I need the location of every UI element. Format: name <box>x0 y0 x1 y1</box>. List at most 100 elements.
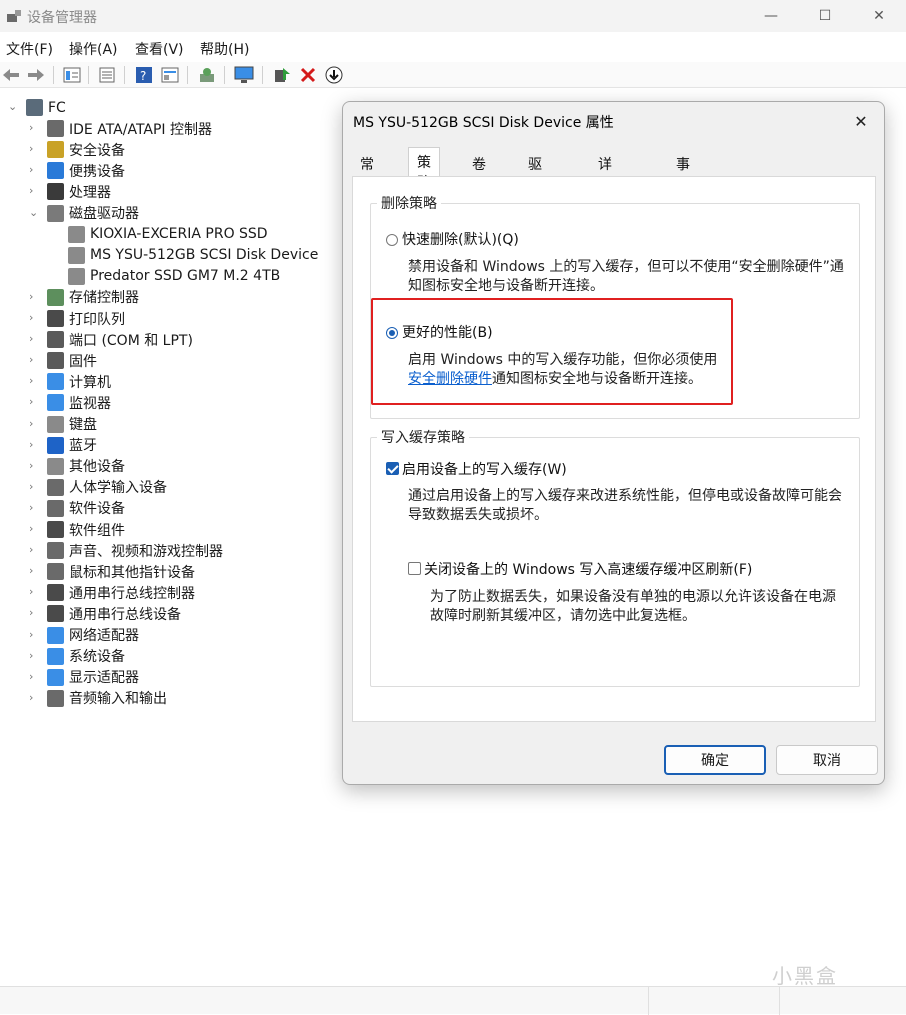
tree-item[interactable]: › 系统设备 <box>29 646 125 667</box>
enable-write-cache-label[interactable]: 启用设备上的写入缓存(W) <box>402 459 567 479</box>
expand-chevron-icon[interactable]: › <box>29 650 39 661</box>
tree-disk-item[interactable]: KIOXIA-EXCERIA PRO SSD <box>68 224 268 245</box>
expand-chevron-icon[interactable]: › <box>29 418 39 429</box>
disk-icon <box>68 246 85 264</box>
back-icon[interactable] <box>1 65 21 85</box>
tree-item[interactable]: › 网络适配器 <box>29 625 139 646</box>
disable-flush-checkbox[interactable] <box>408 562 421 575</box>
collapse-chevron-icon[interactable]: ⌄ <box>8 101 18 112</box>
tree-item[interactable]: › 端口 (COM 和 LPT) <box>29 329 193 350</box>
tree-item[interactable]: › 固件 <box>29 350 97 371</box>
expand-chevron-icon[interactable]: › <box>29 523 39 534</box>
close-button[interactable]: ✕ <box>856 0 902 32</box>
expand-chevron-icon[interactable]: › <box>29 565 39 576</box>
expand-chevron-icon[interactable]: › <box>29 502 39 513</box>
tree-item[interactable]: › 处理器 <box>29 181 111 202</box>
expand-chevron-icon[interactable]: › <box>29 629 39 640</box>
quick-removal-radio[interactable] <box>386 234 398 246</box>
help-icon[interactable]: ? <box>134 65 154 85</box>
expand-chevron-icon[interactable]: › <box>29 375 39 386</box>
uninstall-device-icon[interactable] <box>298 65 318 85</box>
expand-chevron-icon[interactable]: › <box>29 607 39 618</box>
scan-hardware-icon[interactable] <box>197 65 217 85</box>
tree-item[interactable]: › 其他设备 <box>29 456 125 477</box>
quick-removal-label[interactable]: 快速删除(默认)(Q) <box>402 229 519 249</box>
tree-root[interactable]: ⌄ FC <box>8 97 66 118</box>
expand-chevron-icon[interactable]: › <box>29 586 39 597</box>
tree-item[interactable]: › 便携设备 <box>29 160 125 181</box>
tree-item[interactable]: › 软件组件 <box>29 519 125 540</box>
disable-flush-label[interactable]: 关闭设备上的 Windows 写入高速缓存缓冲区刷新(F) <box>424 559 752 579</box>
expand-chevron-icon[interactable]: › <box>29 312 39 323</box>
tree-item-label: 通用串行总线设备 <box>69 606 181 623</box>
tree-disk-item[interactable]: Predator SSD GM7 M.2 4TB <box>68 266 280 287</box>
expand-chevron-icon[interactable]: › <box>29 544 39 555</box>
dialog-close-button[interactable]: ✕ <box>846 108 876 134</box>
expand-chevron-icon[interactable]: › <box>29 122 39 133</box>
forward-icon[interactable] <box>26 65 46 85</box>
expand-chevron-icon[interactable]: › <box>29 481 39 492</box>
tree-item[interactable]: › 人体学输入设备 <box>29 477 167 498</box>
tree-item-label: IDE ATA/ATAPI 控制器 <box>69 121 213 138</box>
expand-chevron-icon[interactable]: › <box>29 143 39 154</box>
tab-driver[interactable]: 驱动程序 <box>520 150 550 233</box>
tab-details[interactable]: 详细信息 <box>590 150 620 233</box>
monitor-update-icon[interactable] <box>234 65 254 85</box>
tree-disk-item[interactable]: MS YSU-512GB SCSI Disk Device <box>68 245 318 266</box>
display-adapter-icon <box>47 668 64 686</box>
tree-item[interactable]: › 鼠标和其他指针设备 <box>29 561 195 582</box>
tree-item[interactable]: › 声音、视频和游戏控制器 <box>29 540 223 561</box>
tree-item[interactable]: › 蓝牙 <box>29 435 97 456</box>
disk-icon <box>68 225 85 243</box>
disable-device-icon[interactable] <box>324 65 344 85</box>
tab-general[interactable]: 常规 <box>352 150 382 193</box>
collapse-chevron-icon[interactable]: ⌄ <box>29 207 39 218</box>
panel-icon[interactable] <box>160 65 180 85</box>
monitor-icon <box>47 394 64 412</box>
port-icon <box>47 331 64 349</box>
tree-item[interactable]: › 通用串行总线设备 <box>29 603 181 624</box>
update-driver-icon[interactable] <box>272 65 292 85</box>
tree-item[interactable]: › 存储控制器 <box>29 287 139 308</box>
cancel-button[interactable]: 取消 <box>776 745 878 775</box>
tab-volumes[interactable]: 卷 <box>464 150 494 177</box>
expand-chevron-icon[interactable]: › <box>29 164 39 175</box>
menu-action[interactable]: 操作(A) <box>69 39 118 59</box>
tree-item[interactable]: › IDE ATA/ATAPI 控制器 <box>29 118 213 139</box>
tree-item-label: 便携设备 <box>69 163 125 180</box>
tab-events[interactable]: 事件 <box>668 150 698 193</box>
tree-item[interactable]: › 显示适配器 <box>29 667 139 688</box>
menu-help[interactable]: 帮助(H) <box>200 39 249 59</box>
tree-item[interactable]: › 通用串行总线控制器 <box>29 582 195 603</box>
tree-item[interactable]: › 键盘 <box>29 414 97 435</box>
expand-chevron-icon[interactable]: › <box>29 354 39 365</box>
tree-item-label: 打印队列 <box>69 311 125 328</box>
tree-item[interactable]: › 监视器 <box>29 392 111 413</box>
enable-write-cache-checkbox[interactable] <box>386 462 399 475</box>
expand-chevron-icon[interactable]: › <box>29 439 39 450</box>
disable-flush-desc-2: 故障时刷新其缓冲区，请勿选中此复选框。 <box>430 608 696 624</box>
document-icon[interactable] <box>97 65 117 85</box>
tree-item[interactable]: › 计算机 <box>29 371 111 392</box>
expand-chevron-icon[interactable]: › <box>29 671 39 682</box>
expand-chevron-icon[interactable]: › <box>29 460 39 471</box>
expand-chevron-icon[interactable]: › <box>29 396 39 407</box>
expand-chevron-icon[interactable]: › <box>29 692 39 703</box>
tree-item[interactable]: ⌄ 磁盘驱动器 <box>29 203 139 224</box>
menu-view[interactable]: 查看(V) <box>135 39 184 59</box>
maximize-button[interactable]: ☐ <box>802 0 848 32</box>
tree-item[interactable]: › 音频输入和输出 <box>29 688 167 709</box>
properties-view-icon[interactable] <box>62 65 82 85</box>
tree-item[interactable]: › 打印队列 <box>29 308 125 329</box>
tab-policies[interactable]: 策略 <box>408 147 440 191</box>
minimize-button[interactable]: — <box>748 0 794 32</box>
expand-chevron-icon[interactable]: › <box>29 291 39 302</box>
menu-file[interactable]: 文件(F) <box>6 39 53 59</box>
ok-button[interactable]: 确定 <box>664 745 766 775</box>
tree-item[interactable]: › 软件设备 <box>29 498 125 519</box>
expand-chevron-icon[interactable]: › <box>29 333 39 344</box>
expand-chevron-icon[interactable]: › <box>29 185 39 196</box>
tree-item[interactable]: › 安全设备 <box>29 139 125 160</box>
mouse-icon <box>47 563 64 581</box>
watermark: 小黑盒 <box>772 964 838 988</box>
